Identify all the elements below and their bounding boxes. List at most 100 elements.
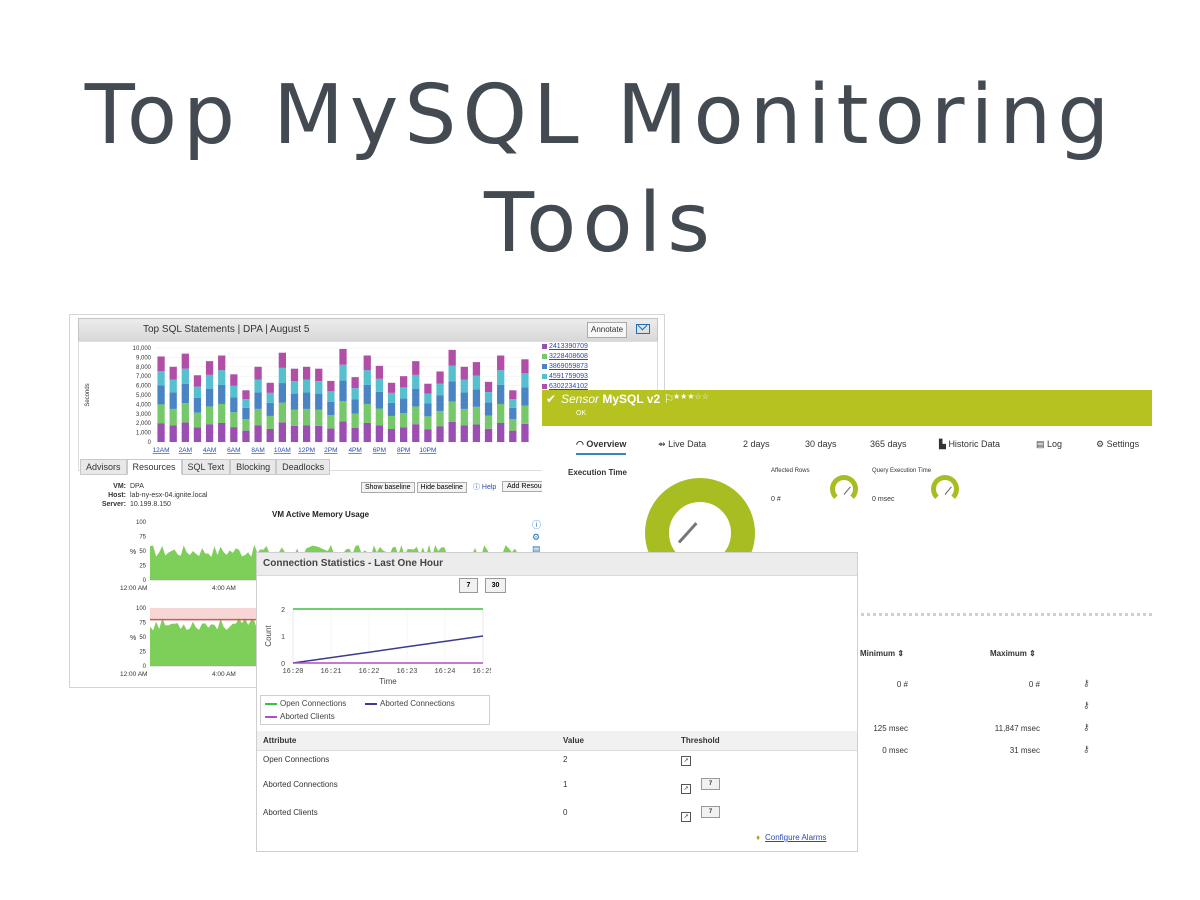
bar-segment bbox=[157, 385, 165, 405]
bar-segment bbox=[169, 408, 177, 426]
bar-segment bbox=[339, 348, 347, 365]
bar-segment bbox=[193, 375, 202, 387]
bar-segment bbox=[400, 413, 408, 428]
zoom-30-button[interactable]: 30 bbox=[485, 578, 506, 593]
bar-segment bbox=[363, 355, 371, 371]
threshold-7-button[interactable]: 7 bbox=[701, 778, 720, 790]
bar-segment bbox=[157, 371, 165, 386]
bar-segment bbox=[460, 379, 468, 393]
legend-aborted-clients[interactable]: Aborted Clients bbox=[265, 712, 335, 721]
bar-segment bbox=[242, 419, 250, 431]
sort-icon[interactable]: ⇕ bbox=[897, 649, 904, 658]
legend-label: 2413390709 bbox=[549, 343, 588, 350]
x-tick-label: 10PM bbox=[419, 447, 436, 454]
y-tick-label: 0 bbox=[143, 664, 147, 670]
tab-30-days[interactable]: 30 days bbox=[805, 439, 837, 449]
x-tick-label: 16:20 bbox=[282, 668, 303, 676]
legend-open-connections[interactable]: Open Connections bbox=[265, 699, 346, 708]
configure-alarms-link[interactable]: Configure Alarms bbox=[765, 833, 826, 842]
bar-segment bbox=[375, 408, 384, 426]
bar-segment bbox=[157, 404, 165, 424]
bar-segment bbox=[327, 415, 335, 429]
legend-label: Open Connections bbox=[280, 699, 347, 708]
maximum-header: Maximum ⇕ bbox=[990, 649, 1036, 658]
legend-item[interactable]: 2413390709 bbox=[542, 342, 588, 352]
y-tick-label: 1 bbox=[281, 634, 285, 641]
threshold-7-button[interactable]: 7 bbox=[701, 806, 720, 818]
bar-segment bbox=[375, 365, 384, 379]
bar-segment bbox=[157, 423, 165, 442]
vm-info: VM: DPA Host: lab-ny-esx-04.ignite.local S… bbox=[90, 482, 208, 509]
server-label: Server: bbox=[101, 501, 126, 508]
legend-label: 3228408608 bbox=[549, 353, 588, 360]
dpa-tabs: Advisors Resources SQL Text Blocking Deadloc… bbox=[80, 459, 331, 476]
x-tick-label: 4:00 AM bbox=[212, 585, 236, 592]
tab-log[interactable]: ▤ Log bbox=[1036, 439, 1062, 450]
bar-segment bbox=[266, 402, 274, 416]
x-tick-label: 12AM bbox=[153, 447, 170, 454]
bar-segment bbox=[169, 366, 177, 380]
sensor-status: OK bbox=[576, 410, 587, 417]
hide-baseline-button[interactable]: Hide baseline bbox=[416, 482, 467, 493]
edit-threshold-icon[interactable]: ↗ bbox=[681, 784, 691, 794]
help-label: Help bbox=[481, 484, 497, 491]
legend-aborted-connections[interactable]: Aborted Connections bbox=[365, 699, 455, 708]
bar-segment bbox=[302, 366, 311, 380]
info-icon[interactable]: ⓘ bbox=[532, 519, 541, 531]
live-data-icon: ⇴ bbox=[658, 439, 666, 449]
legend-item[interactable]: 3228408608 bbox=[542, 352, 588, 362]
bar-segment bbox=[424, 383, 432, 394]
sensor-name-value: MySQL v2 bbox=[602, 392, 661, 406]
tab-365-days[interactable]: 365 days bbox=[870, 439, 907, 449]
bar-segment bbox=[448, 381, 456, 402]
tab-resources[interactable]: Resources bbox=[126, 459, 182, 475]
y-tick-label: 7,000 bbox=[136, 374, 152, 380]
plot-area bbox=[292, 608, 484, 664]
help-link[interactable]: ⓘ Help bbox=[473, 484, 496, 491]
bar-segment bbox=[436, 395, 444, 411]
bar-segment bbox=[327, 401, 335, 416]
priority-stars[interactable]: ★★★☆☆ bbox=[673, 392, 709, 401]
attributes-table-header: Attribute Value Threshold bbox=[257, 731, 857, 751]
settings-icon[interactable]: ⚙ bbox=[532, 531, 541, 543]
edit-threshold-icon[interactable]: ↗ bbox=[681, 756, 691, 766]
key-icon[interactable]: ⚷ bbox=[1083, 700, 1090, 711]
show-baseline-button[interactable]: Show baseline bbox=[361, 482, 415, 493]
tab-deadlocks[interactable]: Deadlocks bbox=[276, 459, 331, 475]
connection-title: Connection Statistics - Last One Hour bbox=[263, 558, 444, 569]
key-icon[interactable]: ⚷ bbox=[1083, 678, 1090, 689]
bar-segment bbox=[218, 422, 226, 442]
legend-item[interactable]: 3869059873 bbox=[542, 362, 588, 372]
tab-historic-data[interactable]: ▙ Historic Data bbox=[939, 439, 1000, 450]
tab-sql-text[interactable]: SQL Text bbox=[181, 459, 231, 475]
key-icon[interactable]: ⚷ bbox=[1083, 722, 1090, 733]
edit-threshold-icon[interactable]: ↗ bbox=[681, 812, 691, 822]
tab-2-days[interactable]: 2 days bbox=[743, 439, 770, 449]
tab-live-data[interactable]: ⇴ Live Data bbox=[658, 439, 706, 450]
bar-segment bbox=[400, 387, 408, 399]
bar-segment bbox=[266, 392, 274, 403]
key-icon[interactable]: ⚷ bbox=[1083, 744, 1090, 755]
mail-icon[interactable] bbox=[636, 324, 650, 334]
annotate-button[interactable]: Annotate bbox=[587, 322, 627, 338]
page-title: Top MySQL Monitoring Tools bbox=[0, 62, 1200, 278]
sort-icon[interactable]: ⇕ bbox=[1029, 649, 1036, 658]
zoom-7-button[interactable]: 7 bbox=[459, 578, 478, 593]
tab-blocking[interactable]: Blocking bbox=[230, 459, 277, 475]
bar-segment bbox=[302, 408, 311, 426]
tab-overview[interactable]: ◠ Overview bbox=[576, 439, 627, 455]
legend-item[interactable]: 4591759093 bbox=[542, 372, 588, 382]
bar-segment bbox=[242, 407, 250, 420]
bar-segment bbox=[327, 380, 335, 392]
log-icon: ▤ bbox=[1036, 439, 1045, 449]
tab-settings[interactable]: ⚙ Settings bbox=[1096, 439, 1139, 450]
attribute-cell: Aborted Clients bbox=[263, 808, 318, 817]
bar-segment bbox=[436, 410, 444, 427]
x-tick-label: 8AM bbox=[251, 447, 264, 454]
bar-segment bbox=[509, 399, 517, 408]
dpa-header: Top SQL Statements | DPA | August 5 Anno… bbox=[78, 318, 658, 342]
bar-segment bbox=[254, 379, 262, 393]
bar-segment bbox=[351, 427, 359, 442]
tab-advisors[interactable]: Advisors bbox=[80, 459, 127, 475]
y-tick-label: 0 bbox=[143, 578, 147, 584]
